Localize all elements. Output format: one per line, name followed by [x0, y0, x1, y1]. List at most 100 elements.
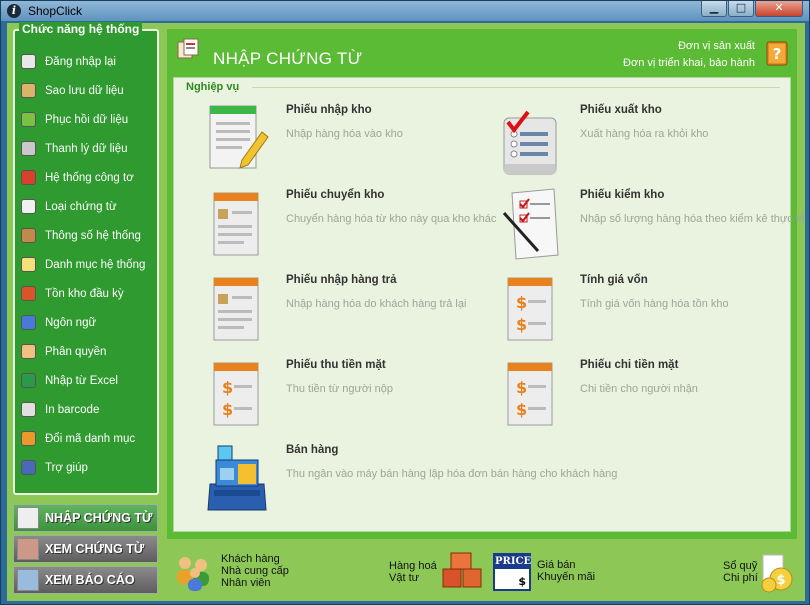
nav-view-documents-button[interactable]: XEM CHỨNG TỪ	[13, 535, 158, 563]
svg-text:$: $	[516, 378, 527, 397]
panel-divider	[252, 87, 780, 88]
task-description: Xuất hàng hóa ra khỏi kho	[580, 128, 709, 140]
ledger-shortcut[interactable]: Sổ quỹ Chi phí $	[713, 547, 795, 597]
sidebar-item-label: Ngôn ngữ	[45, 316, 97, 329]
task-name: Phiếu chi tiền mặt	[580, 359, 679, 371]
excel-icon	[19, 372, 37, 390]
sidebar-item[interactable]: Thanh lý dữ liệu	[15, 134, 157, 163]
nav-enter-documents-button[interactable]: NHẬP CHỨNG TỪ	[13, 504, 158, 532]
sidebar-item[interactable]: Hệ thống công tơ	[15, 163, 157, 192]
document-type-icon	[19, 198, 37, 216]
task-name: Phiếu thu tiền mặt	[286, 359, 386, 371]
sidebar-item-label: Tồn kho đầu kỳ	[45, 287, 124, 300]
partners-shortcut[interactable]: Khách hàng Nhà cung cấp Nhân viên	[173, 547, 303, 597]
price-shortcut[interactable]: PRICE $ Giá bán Khuyến mãi	[493, 547, 603, 597]
task-cash-receipt[interactable]: $ $ Phiếu thu tiền mặt Thu tiền từ người…	[204, 355, 494, 435]
close-button[interactable]: ✕	[755, 1, 803, 17]
sidebar-item-label: In barcode	[45, 403, 100, 416]
books-icon	[19, 285, 37, 303]
cash-book-label: Sổ quỹ	[723, 560, 758, 572]
goods-shortcut[interactable]: Hàng hoá Vật tư	[389, 547, 489, 597]
sidebar-item[interactable]: Phân quyền	[15, 337, 157, 366]
sidebar-item[interactable]: Ngôn ngữ	[15, 308, 157, 337]
task-goods-issue[interactable]: Phiếu xuất kho Xuất hàng hóa ra khỏi kho	[498, 100, 788, 180]
sidebar-item-label: Phục hồi dữ liệu	[45, 113, 129, 126]
sidebar-item[interactable]: Loại chứng từ	[15, 192, 157, 221]
title-bar[interactable]: i ShopClick ▁ □ ✕	[1, 1, 809, 21]
inventory-check-icon	[502, 188, 559, 260]
clipboard-document-icon	[213, 192, 259, 256]
task-cost-price[interactable]: $ $ Tính giá vốn Tính giá vốn hàng hóa t…	[498, 270, 788, 350]
sidebar-item-label: Đăng nhập lại	[45, 55, 116, 68]
svg-text:?: ?	[773, 45, 782, 63]
task-stock-count[interactable]: Phiếu kiểm kho Nhập số lượng hàng hóa th…	[498, 185, 805, 265]
sidebar-item-label: Đổi mã danh mục	[45, 432, 136, 445]
support-link[interactable]: Đơn vị triển khai, bảo hành	[623, 57, 755, 69]
task-stock-transfer[interactable]: Phiếu chuyển kho Chuyển hàng hóa từ kho …	[204, 185, 496, 265]
sidebar-item-label: Danh mục hệ thống	[45, 258, 146, 271]
task-cash-payment[interactable]: $ $ Phiếu chi tiền mặt Chi tiền cho ngườ…	[498, 355, 788, 435]
swap-icon	[19, 430, 37, 448]
clipboard-document-icon	[213, 277, 259, 341]
task-name: Tính giá vốn	[580, 274, 648, 286]
footer-toolbar: Khách hàng Nhà cung cấp Nhân viên Hàng h…	[167, 543, 797, 599]
task-sales-return[interactable]: Phiếu nhập hàng trả Nhập hàng hóa do khá…	[204, 270, 494, 350]
main-content: NHẬP CHỨNG TỪ Đơn vị sản xuất Đơn vị tri…	[167, 29, 805, 539]
customers-label: Khách hàng	[221, 553, 280, 565]
reports-icon	[17, 569, 39, 591]
page-title: NHẬP CHỨNG TỪ	[213, 49, 363, 68]
task-name: Phiếu nhập hàng trả	[286, 274, 397, 286]
task-name: Bán hàng	[286, 444, 339, 456]
sidebar-item[interactable]: Tồn kho đầu kỳ	[15, 279, 157, 308]
panel-title: Nghiệp vụ	[186, 81, 240, 93]
sidebar-item[interactable]: Đăng nhập lại	[15, 47, 157, 76]
sidebar-item[interactable]: Đổi mã danh mục	[15, 424, 157, 453]
boxes-icon	[442, 552, 482, 588]
nav-label: NHẬP CHỨNG TỪ	[45, 511, 153, 525]
info-icon: i	[7, 4, 21, 18]
task-goods-receipt[interactable]: Phiếu nhập kho Nhập hàng hóa vào kho	[204, 100, 494, 180]
operations-panel: Nghiệp vụ Phiếu nhập kho Nhập hàng hóa v…	[173, 77, 805, 532]
task-description: Nhập hàng hóa vào kho	[286, 128, 403, 140]
sidebar-item-label: Hệ thống công tơ	[45, 171, 134, 184]
money-document-icon: $ $	[213, 362, 259, 426]
settings-icon	[19, 227, 37, 245]
goods-label: Hàng hoá	[389, 560, 437, 572]
minimize-button[interactable]: ▁	[701, 1, 727, 17]
suppliers-label: Nhà cung cấp	[221, 565, 289, 577]
sidebar-item[interactable]: Trợ giúp	[15, 453, 157, 482]
sidebar-item[interactable]: Sao lưu dữ liệu	[15, 76, 157, 105]
task-description: Thu ngân vào máy bán hàng lập hóa đơn bá…	[286, 468, 618, 480]
nav-label: XEM CHỨNG TỪ	[45, 542, 145, 556]
sale-price-label: Giá bán	[537, 559, 576, 571]
nav-view-reports-button[interactable]: XEM BÁO CÁO	[13, 566, 158, 594]
svg-text:$: $	[776, 573, 785, 588]
app-window: i ShopClick ▁ □ ✕ Chức năng hệ thống Đăn…	[0, 0, 810, 605]
task-description: Thu tiền từ người nộp	[286, 383, 393, 395]
sidebar-item[interactable]: Thông số hệ thống	[15, 221, 157, 250]
sidebar-item[interactable]: Phục hồi dữ liệu	[15, 105, 157, 134]
employees-label: Nhân viên	[221, 577, 271, 589]
task-name: Phiếu chuyển kho	[286, 189, 385, 201]
help-book-icon[interactable]: ?	[765, 39, 791, 67]
maximize-button[interactable]: □	[728, 1, 754, 17]
checklist-icon	[503, 110, 557, 175]
barcode-icon	[19, 401, 37, 419]
sidebar-item[interactable]: Danh mục hệ thống	[15, 250, 157, 279]
cash-register-icon	[207, 445, 267, 511]
task-point-of-sale[interactable]: Bán hàng Thu ngân vào máy bán hàng lập h…	[204, 440, 644, 520]
sidebar-item-label: Thông số hệ thống	[45, 229, 141, 242]
task-name: Phiếu nhập kho	[286, 104, 372, 116]
money-document-icon: $ $	[507, 362, 553, 426]
price-tag-icon: PRICE $	[493, 553, 531, 591]
task-name: Phiếu kiểm kho	[580, 189, 665, 201]
promotion-label: Khuyến mãi	[537, 571, 596, 583]
svg-text:$: $	[516, 293, 527, 312]
sidebar-item[interactable]: In barcode	[15, 395, 157, 424]
manufacturer-link[interactable]: Đơn vị sản xuất	[678, 40, 755, 52]
sidebar-item-label: Nhập từ Excel	[45, 374, 118, 387]
task-description: Nhập hàng hóa do khách hàng trả lại	[286, 298, 467, 310]
window-title: ShopClick	[28, 4, 83, 18]
sidebar-item[interactable]: Nhập từ Excel	[15, 366, 157, 395]
price-tag-dollar: $	[518, 575, 526, 588]
